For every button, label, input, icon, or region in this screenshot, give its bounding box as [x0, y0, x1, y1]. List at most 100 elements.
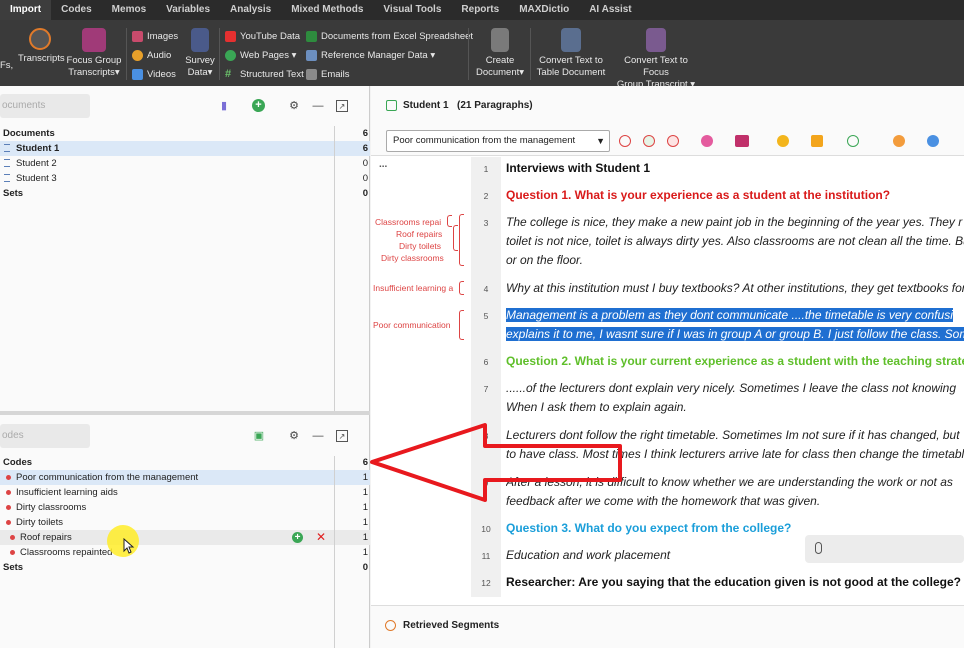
- images-icon: [132, 31, 143, 42]
- codes-scrollbar[interactable]: [334, 456, 335, 648]
- highlighter-icon[interactable]: [735, 135, 749, 147]
- comment-icon[interactable]: [893, 135, 905, 147]
- codes-search-input[interactable]: odes: [0, 424, 90, 448]
- edit-document-icon[interactable]: [386, 100, 397, 111]
- videos-button[interactable]: Videos: [132, 69, 176, 80]
- coding-label-roof-repairs[interactable]: Roof repairs: [396, 229, 442, 239]
- ribbon-toolbar: Fs, Transcripts Focus Group Transcripts▾…: [0, 20, 964, 90]
- focus-group-transcripts-button[interactable]: Focus Group Transcripts▾: [66, 28, 122, 79]
- coding-label-classrooms-repainted[interactable]: Classrooms repai: [375, 217, 441, 227]
- web-pages-button[interactable]: Web Pages ▾: [225, 50, 296, 61]
- excel-documents-button[interactable]: Documents from Excel Spreadsheet: [306, 31, 473, 42]
- tree-row-code[interactable]: Insufficient learning aids 1: [0, 485, 370, 500]
- transcripts-button[interactable]: Transcripts: [18, 28, 65, 65]
- undock-icon[interactable]: ↗: [336, 430, 348, 442]
- structured-text-button[interactable]: # Structured Text: [225, 69, 304, 81]
- coding-label-dirty-toilets[interactable]: Dirty toilets: [399, 241, 441, 251]
- code-in-vivo-icon[interactable]: [667, 135, 679, 147]
- microphone-icon[interactable]: [815, 542, 822, 554]
- minimize-icon[interactable]: —: [312, 430, 324, 442]
- coding-bracket[interactable]: [459, 281, 464, 295]
- document-toolbar: Poor communication from the management ▼: [371, 126, 964, 156]
- memo-icon[interactable]: [811, 135, 823, 147]
- retrieved-segments-bar[interactable]: Retrieved Segments: [371, 605, 964, 648]
- coding-bracket[interactable]: [459, 214, 464, 266]
- smiley-icon[interactable]: [777, 135, 789, 147]
- coding-label-poor-communication[interactable]: Poor communication: [373, 320, 450, 330]
- tab-analysis[interactable]: Analysis: [220, 0, 281, 20]
- audio-button[interactable]: Audio: [132, 50, 171, 61]
- coding-label-dirty-classrooms[interactable]: Dirty classrooms: [381, 253, 444, 263]
- ribbon-separator: [126, 28, 127, 80]
- tab-reports[interactable]: Reports: [451, 0, 509, 20]
- selected-paragraph-text[interactable]: Management is a problem as they dont com…: [506, 306, 964, 344]
- tab-visual-tools[interactable]: Visual Tools: [373, 0, 451, 20]
- left-panels: ocuments ▮ + ⚙ — ↗ Documents 6 Student 1…: [0, 86, 370, 648]
- code-selector-dropdown[interactable]: Poor communication from the management ▼: [386, 130, 610, 152]
- retrieved-segments-icon: [385, 620, 396, 631]
- tree-row-code[interactable]: Poor communication from the management 1: [0, 470, 370, 485]
- tree-row-code[interactable]: Classrooms repainted 1: [0, 545, 370, 560]
- tree-row-sets[interactable]: Sets 0: [0, 560, 370, 575]
- paragraph-number: 3: [483, 218, 489, 228]
- document-text-area[interactable]: ... Classrooms repai Roof repairs Dirty …: [371, 157, 964, 597]
- add-document-icon[interactable]: +: [252, 99, 265, 112]
- tab-import[interactable]: Import: [0, 0, 52, 20]
- more-options-icon[interactable]: ...: [379, 159, 387, 170]
- paragraph-text: Interviews with Student 1: [506, 161, 651, 175]
- youtube-data-button[interactable]: YouTube Data: [225, 31, 300, 42]
- undock-icon[interactable]: ↗: [336, 100, 348, 112]
- convert-to-focus-group-button[interactable]: Convert Text to Focus Group Transcript ▾: [610, 28, 702, 91]
- tree-row-document[interactable]: Student 3 0: [0, 171, 370, 186]
- reference-manager-button[interactable]: Reference Manager Data ▾: [306, 50, 435, 61]
- tree-row-code[interactable]: Roof repairs + ✕ 1: [0, 530, 370, 545]
- delete-code-icon[interactable]: ✕: [316, 530, 326, 545]
- tab-variables[interactable]: Variables: [156, 0, 220, 20]
- gear-icon[interactable]: ⚙: [288, 100, 300, 112]
- convert-to-table-button[interactable]: Convert Text to Table Document: [536, 28, 606, 79]
- paragraph-text: Lecturers dont follow the right timetabl…: [506, 428, 964, 461]
- documents-search-input[interactable]: ocuments: [0, 94, 90, 118]
- create-document-button[interactable]: Create Document▾: [474, 28, 526, 79]
- tab-memos[interactable]: Memos: [102, 0, 156, 20]
- coding-label-insufficient-learning-aids[interactable]: Insufficient learning a: [373, 283, 453, 293]
- mouse-pointer-icon: [123, 538, 135, 554]
- tree-row-code[interactable]: Dirty toilets 1: [0, 515, 370, 530]
- emoticode-icon[interactable]: [701, 135, 713, 147]
- emails-button[interactable]: Emails: [306, 69, 350, 80]
- new-code-icon[interactable]: ▣: [252, 430, 266, 442]
- tab-mixed-methods[interactable]: Mixed Methods: [281, 0, 373, 20]
- tab-codes[interactable]: Codes: [51, 0, 102, 20]
- gear-icon[interactable]: ⚙: [288, 430, 300, 442]
- coding-bracket[interactable]: [447, 215, 452, 227]
- tree-row-documents[interactable]: Documents 6: [0, 126, 370, 141]
- link-icon[interactable]: [847, 135, 859, 147]
- code-color-icon: [10, 549, 15, 555]
- tab-maxdictio[interactable]: MAXDictio: [509, 0, 579, 20]
- minimize-icon[interactable]: —: [312, 100, 324, 112]
- code-color-icon: [10, 534, 15, 540]
- add-subcode-icon[interactable]: +: [292, 532, 303, 543]
- tree-row-document[interactable]: Student 2 0: [0, 156, 370, 171]
- tree-row-code[interactable]: Dirty classrooms 1: [0, 500, 370, 515]
- chevron-down-icon: ▼: [596, 136, 605, 146]
- panel-splitter[interactable]: [0, 411, 370, 415]
- dictation-bar[interactable]: [805, 535, 964, 563]
- code-with-new-icon[interactable]: [643, 135, 655, 147]
- tree-row-sets[interactable]: Sets 0: [0, 186, 370, 201]
- paragraph-text: ......of the lecturers dont explain very…: [506, 381, 956, 414]
- coding-bracket[interactable]: [453, 225, 458, 251]
- documents-scrollbar[interactable]: [334, 126, 335, 411]
- coding-bracket[interactable]: [459, 310, 464, 340]
- ai-assist-icon[interactable]: [927, 135, 939, 147]
- tree-row-document[interactable]: Student 1 6: [0, 141, 370, 156]
- ribbon-separator: [530, 28, 531, 80]
- tree-row-codes[interactable]: Codes 6: [0, 455, 370, 470]
- document-browser: Student 1 (21 Paragraphs) Poor communica…: [371, 86, 964, 648]
- code-highlight-icon[interactable]: [619, 135, 631, 147]
- codes-toolbar: odes ▣ ⚙ — ↗: [0, 416, 368, 456]
- survey-data-button[interactable]: Survey Data▾: [184, 28, 216, 79]
- images-button[interactable]: Images: [132, 31, 178, 42]
- tab-ai-assist[interactable]: AI Assist: [579, 0, 641, 20]
- document-icon[interactable]: ▮: [218, 100, 230, 112]
